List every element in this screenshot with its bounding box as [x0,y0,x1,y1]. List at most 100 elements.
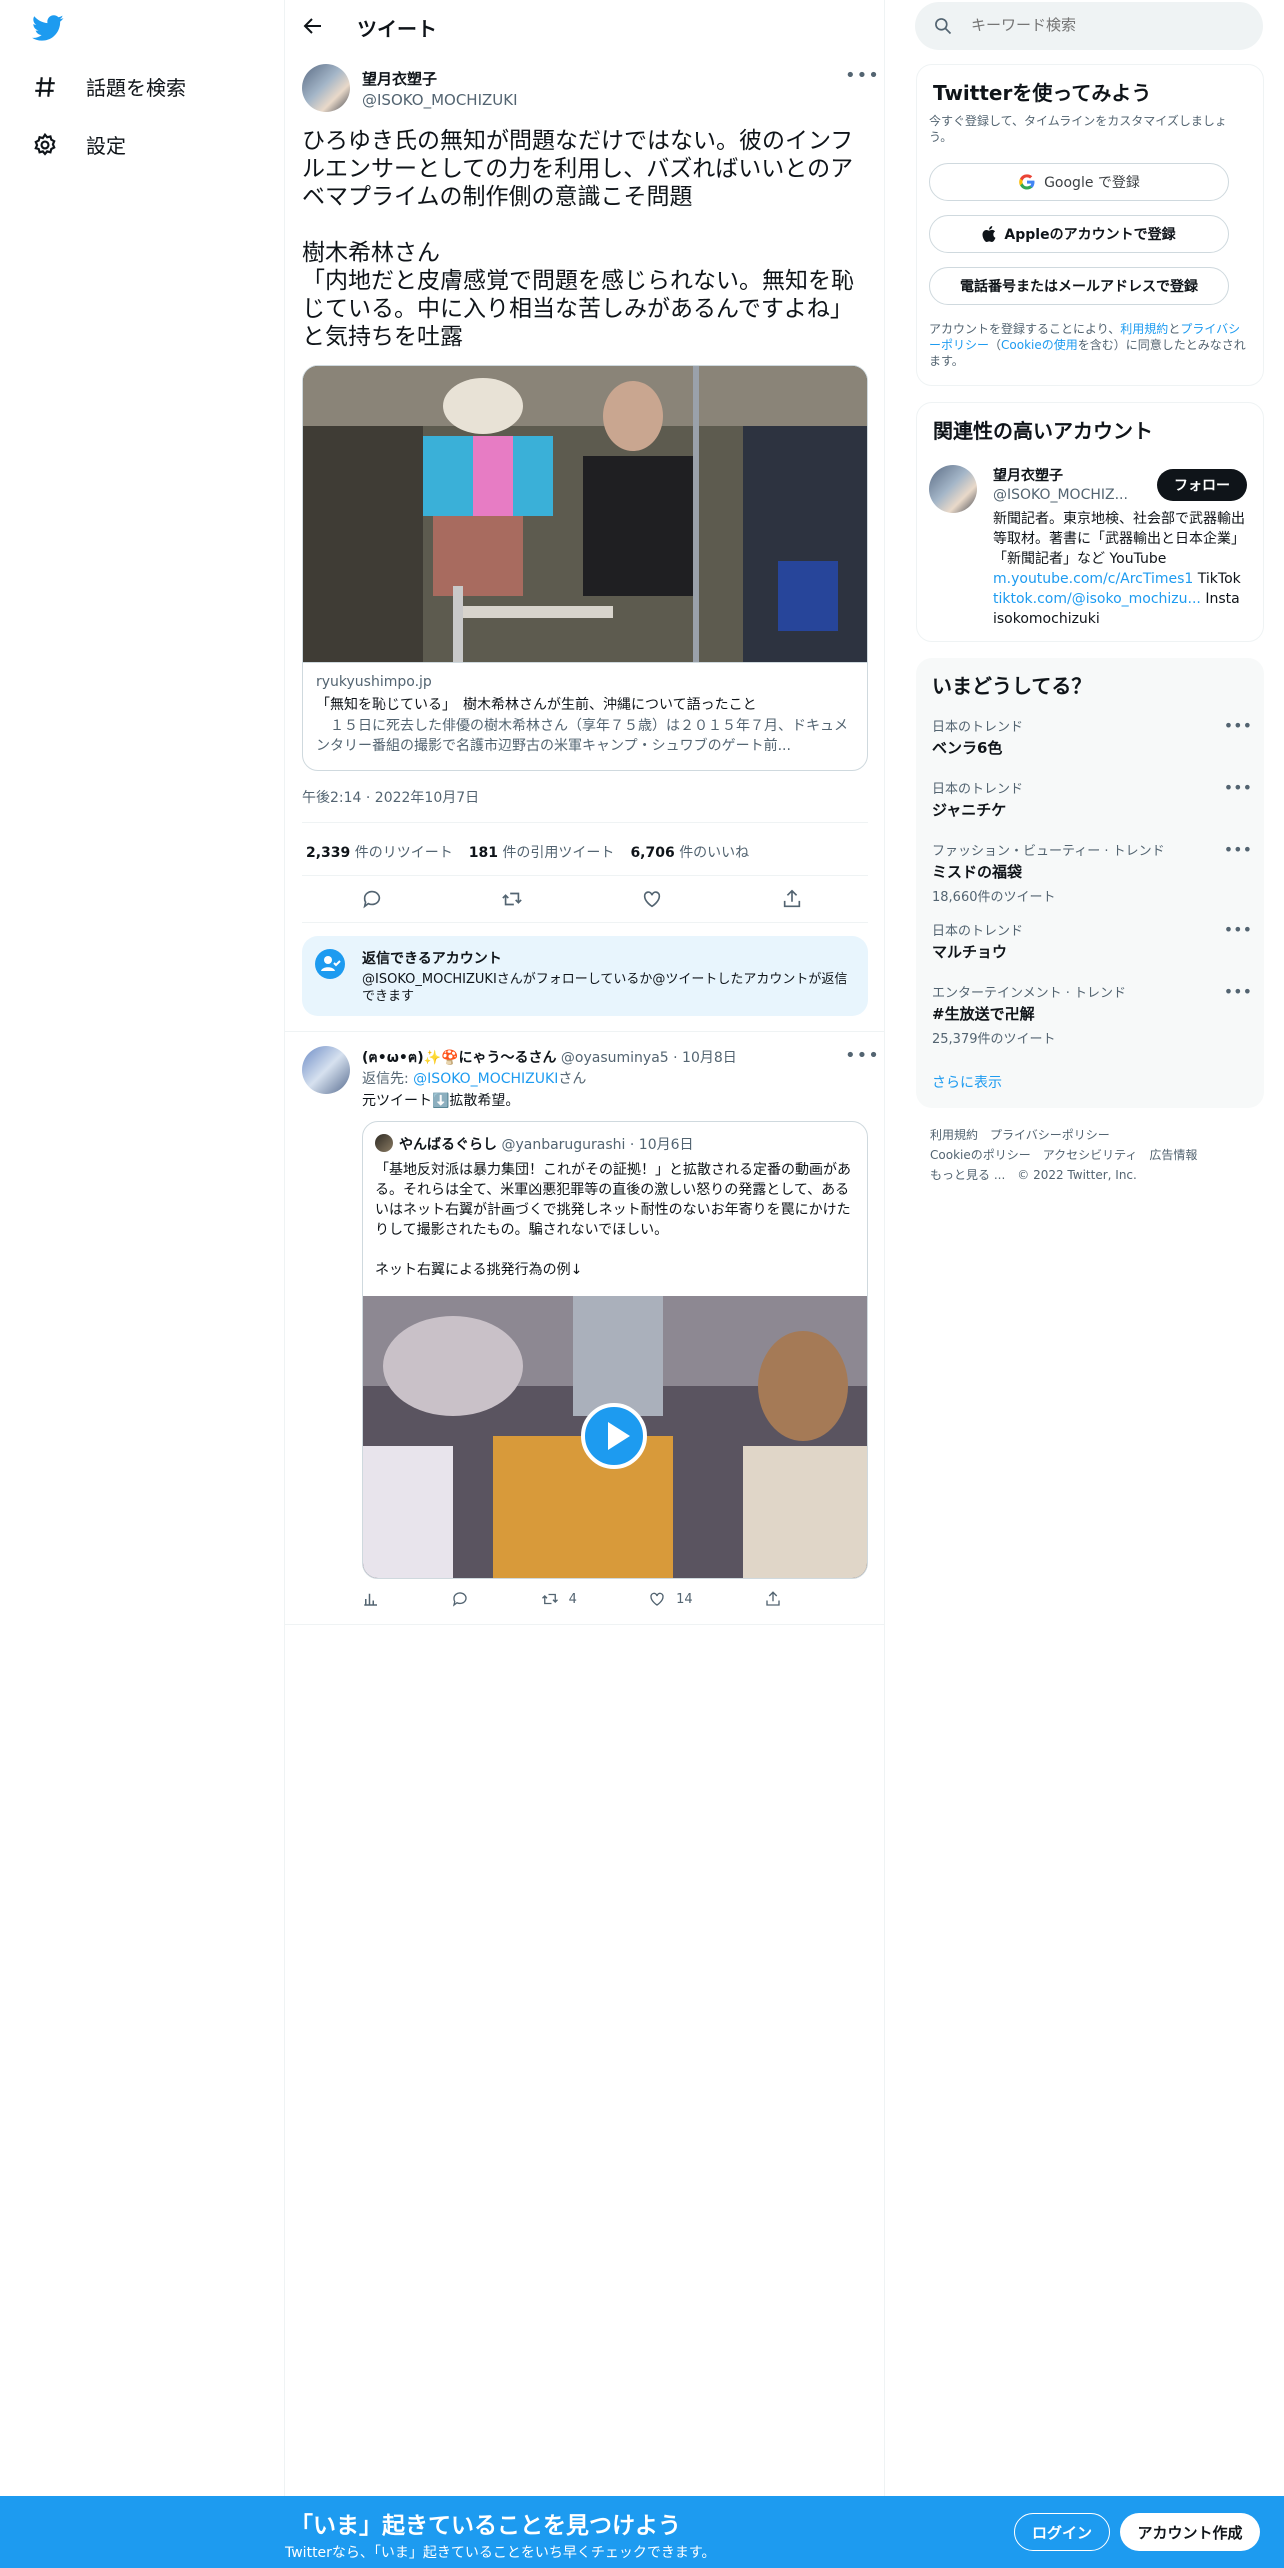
play-button[interactable] [581,1403,647,1469]
signup-subtitle: 今すぐ登録して、タイムラインをカスタマイズしましょう。 [929,114,1227,144]
share-icon[interactable] [781,888,803,910]
trend-count: 18,660件のツイート [932,890,1056,905]
stat-retweets[interactable]: 2,339 件のリツイート [306,842,453,862]
reply-author-name: (ฅ•ω•ฅ)✨🍄にゃう〜るさん [362,1050,557,1066]
trend-category: 日本のトレンド [932,782,1024,797]
tweet-timestamp[interactable]: 午後2:14 · 2022年10月7日 [302,787,479,807]
trend-name: ベンラ6色 [932,739,1003,757]
reply-button[interactable] [451,1590,469,1608]
phone-email-signup-button[interactable]: 電話番号またはメールアドレスで登録 [929,267,1229,305]
nav-settings-label: 設定 [86,134,126,158]
replying-to-handle[interactable]: @ISOKO_MOCHIZUKI [413,1071,558,1087]
reply-restriction-box: 返信できるアカウント @ISOKO_MOCHIZUKIさんがフォローしているか@… [302,936,868,1016]
signup-legal: アカウントを登録することにより、利用規約とプライバシーポリシー（Cookieの使… [929,321,1249,369]
like-icon [650,1592,664,1606]
tweet-stats: 2,339 件のリツイート 181 件の引用ツイート 6,706 件のいいね [306,842,749,862]
gear-icon [34,132,56,156]
related-handle: @ISOKO_MOCHIZ... [993,487,1128,503]
reply-author-line[interactable]: (ฅ•ω•ฅ)✨🍄にゃう〜るさん @oyasuminya5 · 10月8日 [362,1047,737,1069]
author-handle: @ISOKO_MOCHIZUKI [362,91,518,109]
author-avatar[interactable] [302,64,350,112]
apple-signup-button[interactable]: Appleのアカウントで登録 [929,215,1229,253]
footer-line-2[interactable]: Cookieのポリシー アクセシビリティ 広告情報 [930,1145,1197,1165]
nav-explore-label: 話題を検索 [86,76,186,100]
user-check-icon [315,949,345,979]
nav-settings[interactable]: 設定 [32,130,126,159]
legal-cookie-open: （ [989,338,1002,352]
page-title: ツイート [357,17,437,41]
reply-date: · 10月8日 [673,1050,737,1066]
search-input[interactable] [971,16,1251,34]
trend-more-icon[interactable]: ••• [1224,920,1252,939]
like-button[interactable]: 14 [648,1590,693,1608]
author-block[interactable]: 望月衣塑子 @ISOKO_MOCHIZUKI [362,68,518,109]
trend-item[interactable]: 日本のトレンド ベンラ6色 ••• [932,716,1252,758]
trend-more-icon[interactable]: ••• [1224,778,1252,797]
signup-button[interactable]: アカウント作成 [1120,2513,1260,2551]
bottom-bar-title: 「いま」起きていることを見つけよう [290,2513,681,2539]
trend-category: 日本のトレンド [932,720,1024,735]
legal-and: と [1168,322,1181,336]
analytics-button[interactable] [362,1590,380,1608]
search-box[interactable] [915,2,1263,50]
stat-likes[interactable]: 6,706 件のいいね [630,842,749,862]
divider [302,875,868,876]
apple-signup-label: Appleのアカウントで登録 [1004,227,1176,243]
trend-item[interactable]: エンターテインメント · トレンド #生放送で卍解 25,379件のツイート •… [932,982,1252,1047]
left-sidebar: 話題を検索 設定 [0,0,285,2568]
trend-count: 25,379件のツイート [932,1032,1056,1047]
reply-more-options-icon[interactable]: ••• [845,1045,879,1066]
terms-link[interactable]: 利用規約 [1120,322,1168,336]
back-arrow-icon[interactable] [301,14,325,38]
trend-more-icon[interactable]: ••• [1224,982,1252,1001]
google-signup-label: Google で登録 [1044,175,1140,191]
google-signup-button[interactable]: Google で登録 [929,163,1229,201]
trend-name: ジャニチケ [932,801,1007,819]
like-icon[interactable] [641,888,663,910]
related-bio: 新聞記者。東京地検、社会部で武器輸出等取材。著書に「武器輸出と日本企業」「新聞記… [993,509,1253,629]
tiktok-link[interactable]: tiktok.com/@isoko_mochizu... [993,591,1201,607]
quote-video[interactable] [363,1296,867,1578]
trend-item[interactable]: 日本のトレンド ジャニチケ ••• [932,778,1252,820]
search-icon [935,18,952,35]
share-button[interactable] [764,1590,782,1608]
quote-author-handle: @yanbarugurashi [501,1137,626,1153]
twitter-logo-icon[interactable] [30,12,66,44]
related-account[interactable]: 望月衣塑子 @ISOKO_MOCHIZ... [993,465,1143,503]
trend-category: ファッション・ビューティー · トレンド [932,844,1165,859]
related-avatar[interactable] [929,465,977,513]
replying-to: 返信先: @ISOKO_MOCHIZUKIさん [362,1068,586,1088]
stat-quotes[interactable]: 181 件の引用ツイート [469,842,615,862]
footer-line-1[interactable]: 利用規約 プライバシーポリシー [930,1125,1197,1145]
stat-retweets-value: 2,339 [306,845,351,861]
divider [302,922,868,923]
trend-more-icon[interactable]: ••• [1224,840,1252,859]
retweet-icon[interactable] [501,888,523,910]
reply-icon[interactable] [361,888,383,910]
card-image [303,366,867,662]
link-card[interactable]: ryukyushimpo.jp 「無知を恥じている」 樹木希林さんが生前、沖縄に… [302,365,868,771]
youtube-link[interactable]: m.youtube.com/c/ArcTimes1 [993,571,1193,587]
divider [285,1624,885,1625]
trend-name: マルチョウ [932,943,1008,961]
trend-item[interactable]: ファッション・ビューティー · トレンド ミスドの福袋 18,660件のツイート… [932,840,1252,905]
like-count: 14 [676,1591,693,1607]
bottom-signup-bar: 「いま」起きていることを見つけよう Twitterなら、「いま」起きていることを… [0,2496,1284,2568]
page-header: ツイート [285,0,885,53]
trend-item[interactable]: 日本のトレンド マルチョウ ••• [932,920,1252,962]
reply-avatar[interactable] [302,1046,350,1094]
divider [302,822,868,823]
follow-button[interactable]: フォロー [1157,469,1247,501]
trend-more-icon[interactable]: ••• [1224,716,1252,735]
quote-avatar [375,1134,393,1152]
quote-text: 「基地反対派は暴力集団！これがその証拠！」と拡散される定番の動画がある。それらは… [375,1162,851,1278]
trends-title: いまどうしてる？ [932,674,1092,698]
login-button[interactable]: ログイン [1014,2513,1110,2551]
cookie-link[interactable]: Cookieの使用 [1001,338,1078,352]
nav-explore[interactable]: 話題を検索 [32,72,186,101]
more-options-icon[interactable]: ••• [845,65,879,86]
quote-tweet[interactable]: やんばるぐらし @yanbarugurashi · 10月6日 「基地反対派は暴… [362,1121,868,1579]
footer-line-3[interactable]: もっと見る ... © 2022 Twitter, Inc. [930,1165,1197,1185]
retweet-button[interactable]: 4 [541,1590,577,1608]
show-more-link[interactable]: さらに表示 [932,1072,1002,1092]
